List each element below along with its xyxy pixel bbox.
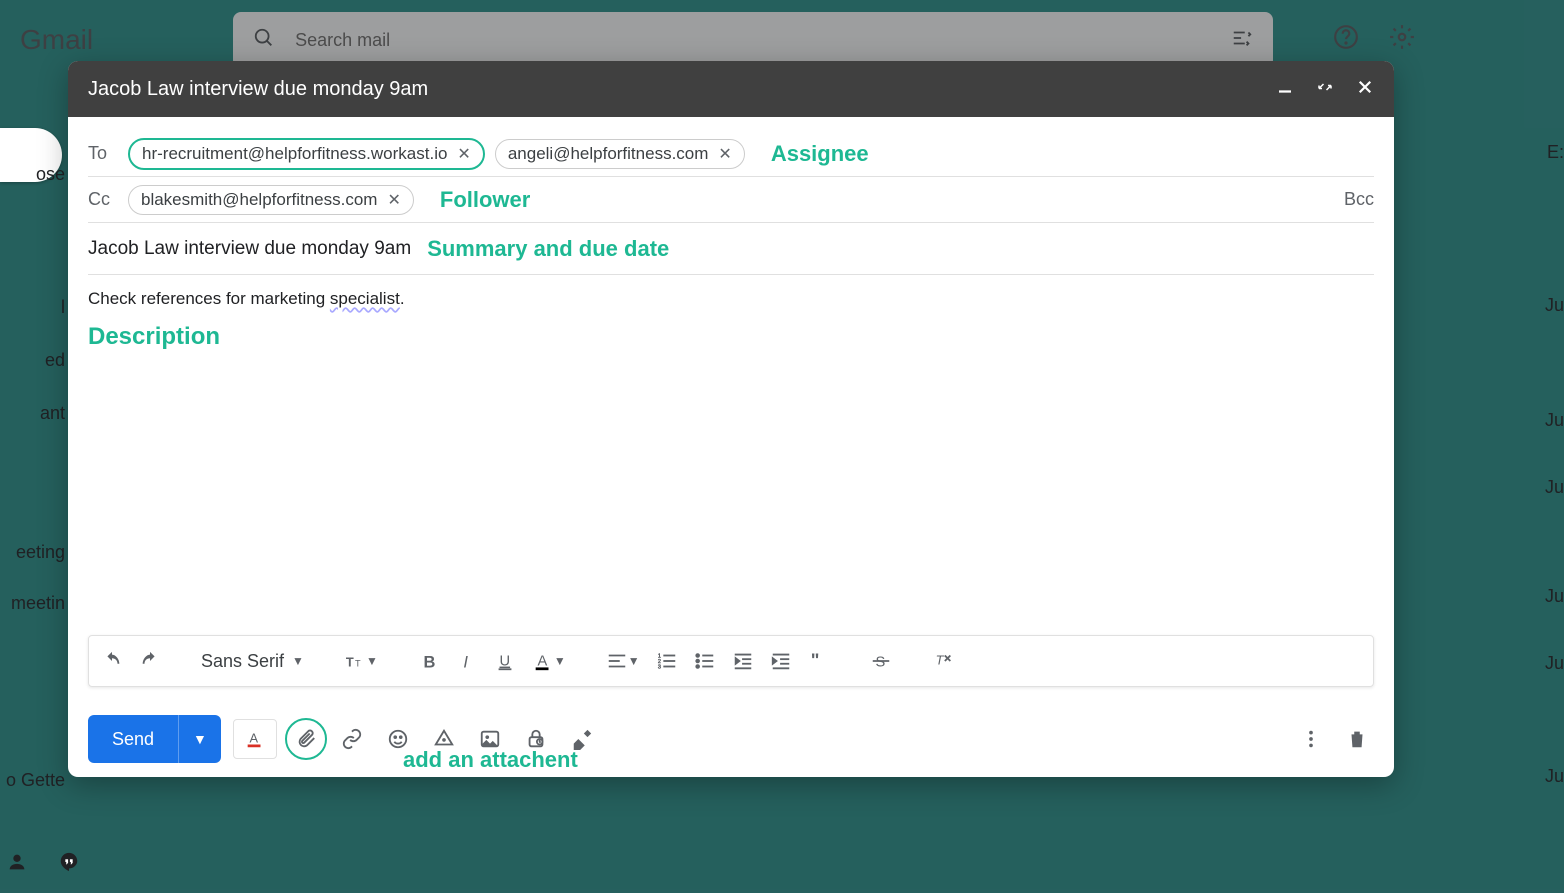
chip-email: angeli@helpforfitness.com [508,144,709,164]
link-icon[interactable] [335,722,369,756]
send-options-icon[interactable]: ▼ [179,731,221,747]
indent-more-icon[interactable] [770,650,792,672]
subject-field[interactable]: Jacob Law interview due monday 9am Summa… [88,223,1374,275]
close-icon[interactable] [1356,78,1374,101]
annotation-attachment: add an attachent [403,747,578,773]
undo-icon[interactable] [101,650,123,672]
chip-email: blakesmith@helpforfitness.com [141,190,377,210]
person-icon[interactable] [6,851,28,879]
compose-text: ose [0,160,65,189]
svg-text:S: S [875,655,885,671]
indent-less-icon[interactable] [732,650,754,672]
send-button[interactable]: Send ▼ [88,715,221,763]
hangouts-icon[interactable] [58,851,80,879]
sidebar-item: ed [0,346,65,375]
font-select[interactable]: Sans Serif ▼ [201,651,304,672]
cc-field[interactable]: Cc blakesmith@helpforfitness.com ✕ Follo… [88,177,1374,223]
to-chip[interactable]: angeli@helpforfitness.com ✕ [495,139,745,169]
quote-icon[interactable]: " [808,650,830,672]
chip-email: hr-recruitment@helpforfitness.workast.io [142,144,447,164]
right-item: Ju [1524,627,1564,700]
svg-text:3: 3 [657,664,660,670]
attach-icon[interactable] [289,722,323,756]
annotation-description: Description [88,323,1374,351]
remove-chip-icon[interactable]: ✕ [718,144,731,164]
remove-format-icon[interactable]: T [932,650,954,672]
formatting-toolbar: Sans Serif ▼ TT▼ B I U A▼ ▼ 123 " S T [88,635,1374,687]
underline-icon[interactable]: U [494,650,516,672]
sidebar-item: eeting [0,538,65,567]
svg-text:A: A [537,654,547,670]
bold-icon[interactable]: B [418,650,440,672]
right-item: Ju [1524,740,1564,813]
sidebar-item: l [0,293,65,322]
to-label: To [88,143,128,164]
svg-text:B: B [423,653,435,671]
right-item: Ju [1524,451,1564,524]
annotation-follower: Follower [440,187,530,213]
subject-text: Jacob Law interview due monday 9am [88,238,411,260]
compose-window: Jacob Law interview due monday 9am To hr… [68,61,1394,777]
font-size-icon[interactable]: TT▼ [344,650,378,672]
cc-label: Cc [88,189,128,210]
bullet-list-icon[interactable] [694,650,716,672]
message-body[interactable]: Check references for marketing specialis… [88,275,1374,635]
svg-text:T: T [355,659,361,669]
more-options-icon[interactable] [1294,722,1328,756]
right-item: Ju [1524,269,1564,342]
sidebar-item: meetin [0,589,65,618]
align-icon[interactable]: ▼ [606,650,640,672]
remove-chip-icon[interactable]: ✕ [387,190,400,210]
svg-text:I: I [463,653,468,671]
italic-icon[interactable]: I [456,650,478,672]
compose-bottom-bar: Send ▼ A [88,715,1374,763]
annotation-assignee: Assignee [771,141,869,167]
sidebar-item: o Gette [0,766,65,795]
numbered-list-icon[interactable]: 123 [656,650,678,672]
text-color-option-icon[interactable]: A [233,719,277,759]
fullscreen-exit-icon[interactable] [1316,78,1334,101]
annotation-summary: Summary and due date [427,236,669,262]
minimize-icon[interactable] [1276,78,1294,101]
svg-text:A: A [249,731,258,746]
right-item: Ju [1524,384,1564,457]
discard-icon[interactable] [1340,722,1374,756]
svg-text:U: U [499,654,510,670]
text-color-icon[interactable]: A▼ [532,650,566,672]
remove-chip-icon[interactable]: ✕ [457,144,470,164]
chevron-down-icon: ▼ [292,654,304,668]
sidebar-item: ant [0,399,65,428]
svg-text:": " [810,650,819,671]
right-item: Ju [1524,560,1564,633]
to-field[interactable]: To hr-recruitment@helpforfitness.workast… [88,131,1374,177]
compose-title-bar: Jacob Law interview due monday 9am [68,61,1394,117]
svg-text:T: T [346,655,354,670]
to-chip[interactable]: hr-recruitment@helpforfitness.workast.io… [128,138,485,170]
compose-title: Jacob Law interview due monday 9am [88,78,1276,101]
strikethrough-icon[interactable]: S [870,650,892,672]
bcc-link[interactable]: Bcc [1344,189,1374,210]
svg-text:T: T [935,653,944,668]
cc-chip[interactable]: blakesmith@helpforfitness.com ✕ [128,185,414,215]
message-text: Check references for marketing specialis… [88,289,1374,309]
redo-icon[interactable] [139,650,161,672]
right-item: E: [1524,116,1564,189]
